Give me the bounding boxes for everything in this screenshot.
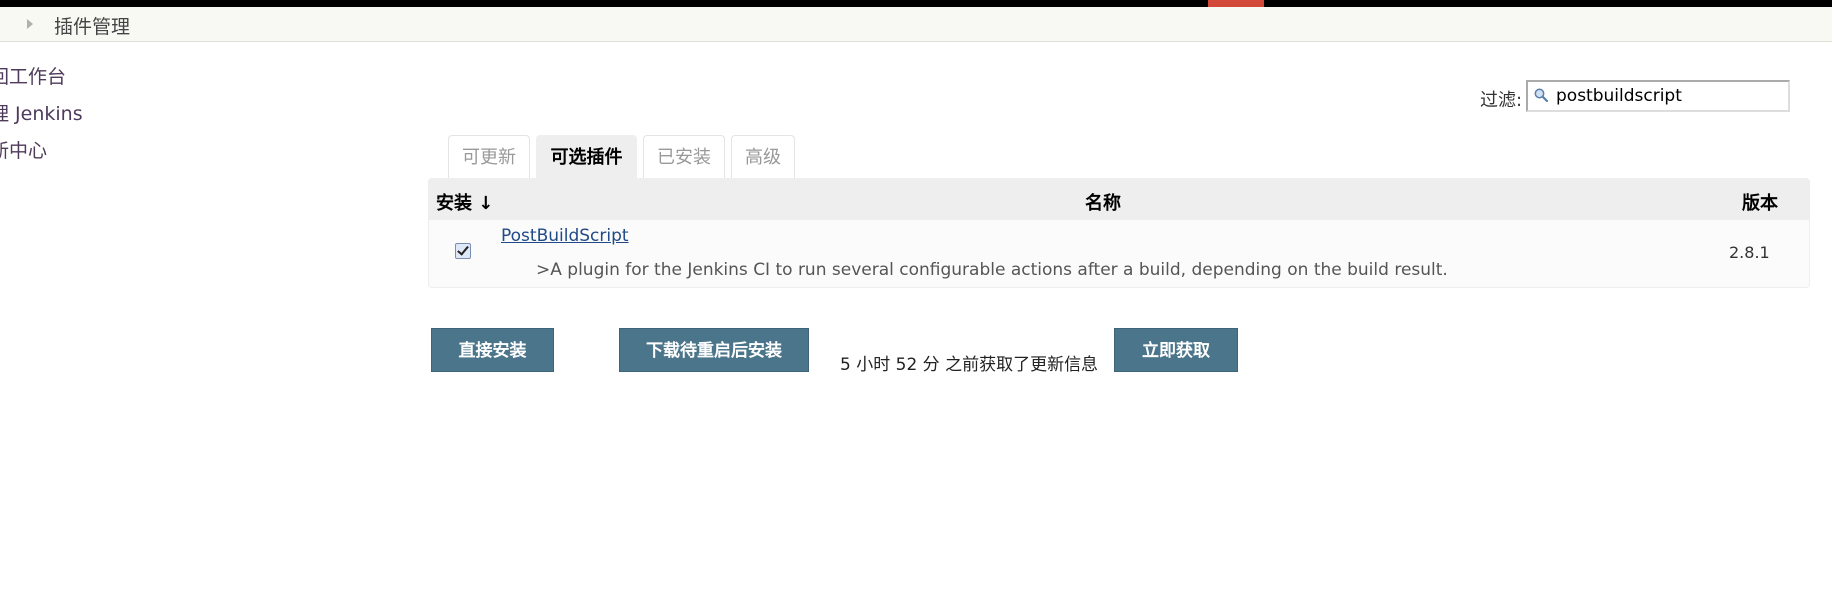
filter-input[interactable] [1556,84,1786,108]
search-icon [1534,88,1548,102]
plugin-description: >A plugin for the Jenkins CI to run seve… [536,260,1448,280]
install-now-button[interactable]: 直接安装 [431,328,554,372]
check-now-button[interactable]: 立即获取 [1114,328,1238,372]
top-bar-accent [1208,0,1264,7]
filter-label: 过滤: [1480,90,1523,111]
tab-advanced[interactable]: 高级 [731,135,795,179]
table-header: 安装 ↓ 名称 版本 [429,179,1809,220]
tab-available[interactable]: 可选插件 [536,135,637,179]
tab-installed[interactable]: 已安装 [643,135,725,179]
plugin-name-link[interactable]: PostBuildScript [501,226,629,246]
update-status-text: 5 小时 52 分 之前获取了更新信息 [840,355,1099,375]
breadcrumb-current[interactable]: 插件管理 [54,12,130,39]
install-checkbox[interactable] [455,243,471,259]
breadcrumb-arrow-icon [27,19,33,29]
plugin-table: 安装 ↓ 名称 版本 PostBuildScript >A plugin for… [428,178,1810,288]
header-version[interactable]: 版本 [1742,189,1778,215]
header-install[interactable]: 安装 ↓ [436,189,493,215]
filter-box[interactable] [1526,80,1790,112]
sidebar-item-update-center[interactable]: 新中心 [0,136,47,163]
tab-updates[interactable]: 可更新 [448,135,530,179]
header-name[interactable]: 名称 [1085,189,1121,215]
breadcrumb: 插件管理 [0,7,1832,42]
top-bar [0,0,1832,7]
sidebar-item-manage-jenkins[interactable]: 理 Jenkins [0,99,83,126]
sidebar-item-back-dashboard[interactable]: 回工作台 [0,62,66,89]
install-after-restart-button[interactable]: 下载待重启后安装 [619,328,809,372]
plugin-version: 2.8.1 [1729,243,1770,262]
